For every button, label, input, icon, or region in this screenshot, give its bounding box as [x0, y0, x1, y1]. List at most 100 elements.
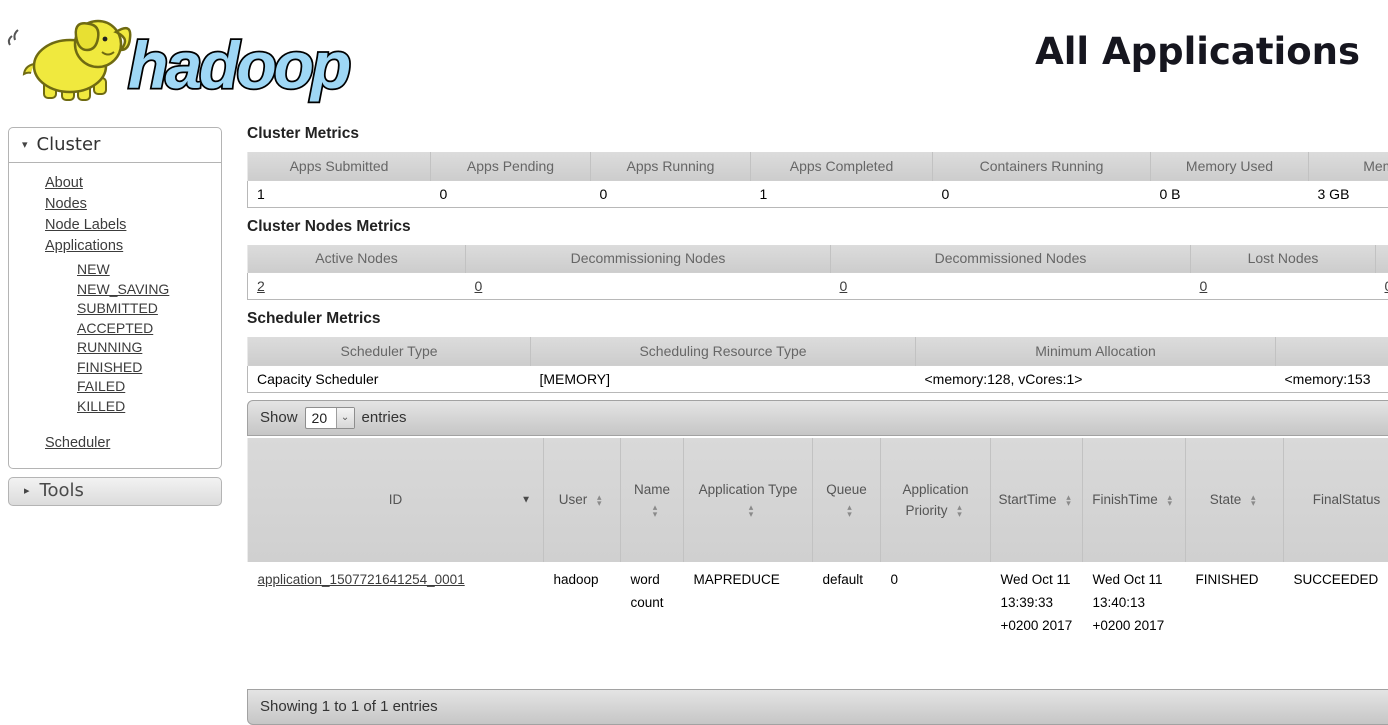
column-header: Memory Used	[1151, 152, 1309, 180]
tools-section-toggle[interactable]: ▸ Tools	[8, 477, 222, 506]
application-states-list: NEW NEW_SAVING SUBMITTED ACCEPTED RUNNIN…	[45, 257, 215, 419]
metric-value: 1	[248, 180, 431, 207]
column-header: Decommissioned Nodes	[831, 245, 1191, 273]
table-row: application_1507721641254_0001 hadoop wo…	[248, 562, 1388, 686]
column-header-finishtime[interactable]: FinishTime▴▾	[1083, 438, 1186, 562]
chevron-right-icon: ▸	[24, 484, 30, 497]
cluster-section-title: Cluster	[37, 134, 101, 155]
sort-icon: ▴▾	[1247, 494, 1259, 507]
cluster-nodes-metrics-table: Active Nodes Decommissioning Nodes Decom…	[247, 245, 1388, 301]
chevron-down-icon: ⌄	[336, 408, 354, 428]
entries-label: entries	[362, 409, 407, 426]
application-type-cell: MAPREDUCE	[684, 562, 813, 686]
column-header-application-priority[interactable]: Application Priority▴▾	[881, 438, 991, 562]
sidebar-item-accepted[interactable]: ACCEPTED	[77, 319, 215, 339]
column-header-id[interactable]: ID ▼	[248, 438, 544, 562]
hadoop-logo: hadoop	[6, 6, 386, 106]
cluster-nodes-metrics-heading: Cluster Nodes Metrics	[247, 218, 1388, 236]
sidebar-item-new[interactable]: NEW	[77, 260, 215, 280]
table-length-bar: Show 20 ⌄ entries	[247, 400, 1388, 436]
state-cell: FINISHED	[1186, 562, 1284, 686]
entries-select-value: 20	[306, 408, 336, 428]
sidebar-item-killed[interactable]: KILLED	[77, 397, 215, 417]
column-header: Scheduling Resource Type	[531, 337, 916, 365]
metric-value: 0	[431, 180, 591, 207]
sidebar: ▾ Cluster About Nodes Node Labels Applic…	[8, 127, 222, 506]
applications-datatable: Show 20 ⌄ entries ID ▼ User▴▾ Name▴▾ App…	[247, 400, 1388, 725]
sidebar-item-applications[interactable]: Applications	[45, 236, 215, 257]
column-header-name[interactable]: Name▴▾	[621, 438, 684, 562]
sort-icon: ▴▾	[649, 504, 661, 517]
metric-value: [MEMORY]	[531, 365, 916, 392]
cluster-metrics-heading: Cluster Metrics	[247, 125, 1388, 143]
sidebar-item-node-labels[interactable]: Node Labels	[45, 215, 215, 236]
column-header	[1376, 245, 1388, 273]
sort-icon: ▴▾	[593, 494, 605, 507]
metric-value: <memory:128, vCores:1>	[916, 365, 1276, 392]
application-id-cell: application_1507721641254_0001	[248, 562, 544, 686]
sort-icon: ▴▾	[745, 504, 757, 517]
table-info-text: Showing 1 to 1 of 1 entries	[260, 698, 438, 715]
sidebar-item-scheduler[interactable]: Scheduler	[45, 433, 215, 454]
metric-value: 0	[933, 180, 1151, 207]
scheduler-metrics-heading: Scheduler Metrics	[247, 310, 1388, 328]
decommissioned-nodes-link[interactable]: 0	[840, 278, 848, 294]
column-header-user[interactable]: User▴▾	[544, 438, 621, 562]
column-header-starttime[interactable]: StartTime▴▾	[991, 438, 1083, 562]
name-cell: word count	[621, 562, 684, 686]
column-header: Apps Completed	[751, 152, 933, 180]
applications-table: ID ▼ User▴▾ Name▴▾ Application Type▴▾ Qu…	[247, 438, 1388, 686]
column-header: Apps Submitted	[248, 152, 431, 180]
hadoop-logo-text: hadoop	[128, 28, 350, 102]
starttime-cell: Wed Oct 11 13:39:33 +0200 2017	[991, 562, 1083, 686]
lost-nodes-link[interactable]: 0	[1200, 278, 1208, 294]
cluster-nav-box: ▾ Cluster About Nodes Node Labels Applic…	[8, 127, 222, 469]
column-header-finalstatus[interactable]: FinalStatus▴▾	[1284, 438, 1388, 562]
tools-section-title: Tools	[40, 480, 84, 501]
scheduler-metrics-table: Scheduler Type Scheduling Resource Type …	[247, 337, 1388, 393]
column-header: Memory	[1309, 152, 1388, 180]
metric-value: 1	[751, 180, 933, 207]
sidebar-item-nodes[interactable]: Nodes	[45, 194, 215, 215]
column-header-queue[interactable]: Queue▴▾	[813, 438, 881, 562]
finalstatus-cell: SUCCEEDED	[1284, 562, 1388, 686]
column-header-application-type[interactable]: Application Type▴▾	[684, 438, 813, 562]
sidebar-item-finished[interactable]: FINISHED	[77, 358, 215, 378]
chevron-down-icon: ▾	[22, 138, 28, 151]
table-info-bar: Showing 1 to 1 of 1 entries	[247, 689, 1388, 725]
column-header: Active Nodes	[248, 245, 466, 273]
sidebar-item-running[interactable]: RUNNING	[77, 338, 215, 358]
sidebar-item-submitted[interactable]: SUBMITTED	[77, 299, 215, 319]
hadoop-elephant-icon	[9, 21, 130, 100]
metric-value: 0 B	[1151, 180, 1309, 207]
entries-select[interactable]: 20 ⌄	[305, 407, 355, 429]
decommissioning-nodes-link[interactable]: 0	[475, 278, 483, 294]
sort-icon: ▴▾	[1164, 494, 1176, 507]
sort-icon: ▴▾	[844, 504, 856, 517]
sort-icon: ▴▾	[954, 504, 966, 517]
sidebar-item-failed[interactable]: FAILED	[77, 377, 215, 397]
sort-descending-icon: ▼	[521, 489, 531, 510]
column-header: Apps Running	[591, 152, 751, 180]
cluster-metrics-table: Apps Submitted Apps Pending Apps Running…	[247, 152, 1388, 208]
column-header: Apps Pending	[431, 152, 591, 180]
application-id-link[interactable]: application_1507721641254_0001	[258, 572, 465, 587]
column-header-state[interactable]: State▴▾	[1186, 438, 1284, 562]
finishtime-cell: Wed Oct 11 13:40:13 +0200 2017	[1083, 562, 1186, 686]
column-header: Decommissioning Nodes	[466, 245, 831, 273]
metric-value: 0	[591, 180, 751, 207]
active-nodes-link[interactable]: 2	[257, 278, 265, 294]
column-header: Containers Running	[933, 152, 1151, 180]
sidebar-item-new-saving[interactable]: NEW_SAVING	[77, 280, 215, 300]
column-header: Lost Nodes	[1191, 245, 1376, 273]
main-content: Cluster Metrics Apps Submitted Apps Pend…	[247, 125, 1388, 725]
page-title: All Applications	[1035, 30, 1360, 73]
sidebar-item-about[interactable]: About	[45, 173, 215, 194]
cluster-section-toggle[interactable]: ▾ Cluster	[9, 128, 221, 163]
metric-value: 3 GB	[1309, 180, 1388, 207]
column-header	[1276, 337, 1388, 365]
unhealthy-nodes-link[interactable]: 0	[1385, 278, 1388, 294]
column-header: Minimum Allocation	[916, 337, 1276, 365]
queue-cell: default	[813, 562, 881, 686]
sort-icon: ▴▾	[1063, 494, 1075, 507]
